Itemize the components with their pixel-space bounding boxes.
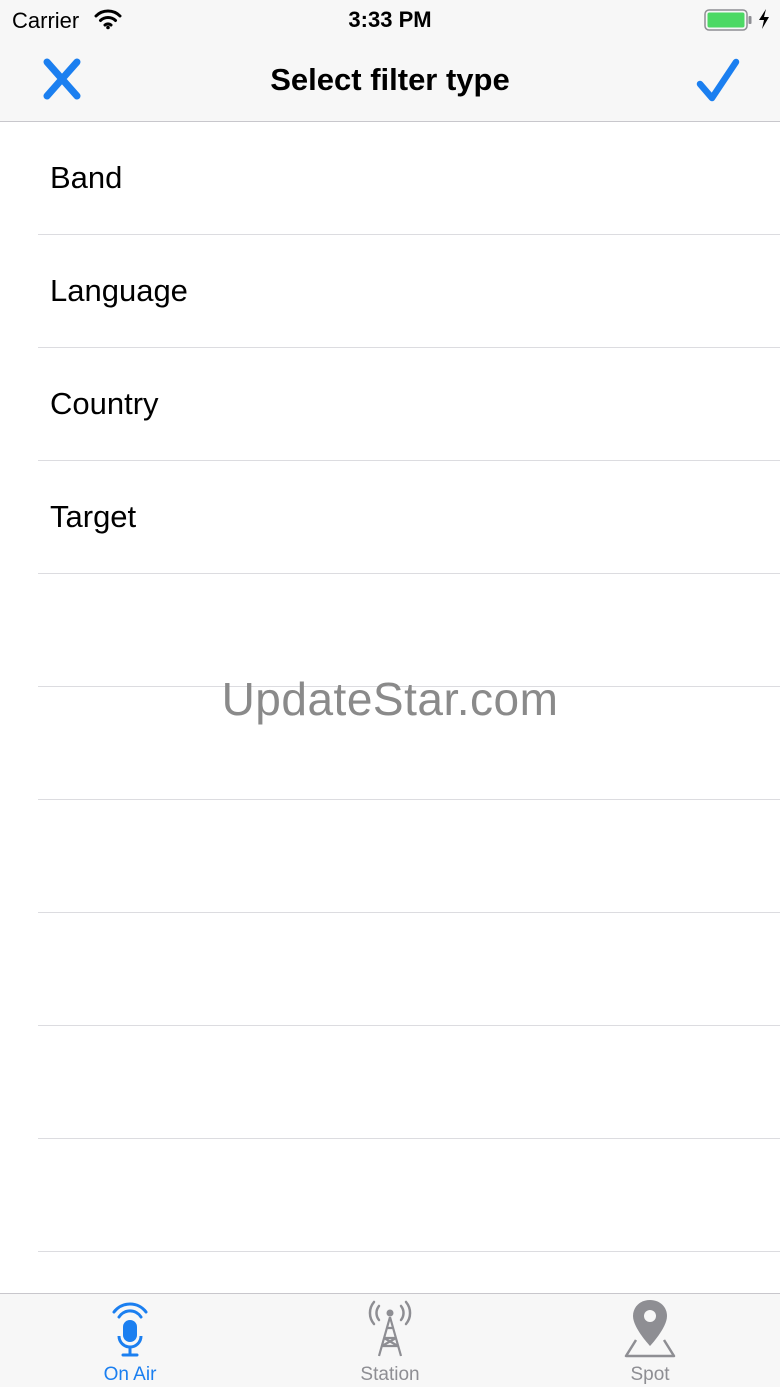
list-item-label: Target	[50, 499, 137, 534]
empty-row	[38, 1139, 780, 1252]
tab-spot[interactable]: Spot	[520, 1294, 780, 1387]
empty-row	[38, 800, 780, 913]
tab-station[interactable]: Station	[260, 1294, 520, 1387]
tab-label: Spot	[630, 1364, 670, 1385]
list-item-target[interactable]: Target	[38, 461, 780, 574]
list-item-label: Country	[50, 386, 159, 421]
tab-bar: On Air Station Spot	[0, 1293, 780, 1387]
list-item-country[interactable]: Country	[38, 348, 780, 461]
list-item-language[interactable]: Language	[38, 235, 780, 348]
checkmark-icon	[696, 58, 740, 102]
empty-row	[38, 1026, 780, 1139]
list-item-label: Language	[50, 273, 188, 308]
list-item-label: Band	[50, 160, 123, 195]
empty-row	[38, 574, 780, 687]
tab-label: On Air	[103, 1364, 157, 1385]
battery-charging-icon	[704, 9, 752, 36]
tab-on-air[interactable]: On Air	[0, 1294, 260, 1387]
watermark: UpdateStar.com	[221, 673, 559, 725]
clock: 3:33 PM	[348, 7, 432, 32]
filter-type-screen: Carrier 3:33 PM Select filter type Band …	[0, 0, 780, 1387]
charging-bolt-icon	[757, 8, 771, 35]
map-pin-icon	[520, 1298, 780, 1365]
microphone-broadcast-icon	[0, 1298, 260, 1365]
navigation-bar: Select filter type	[0, 40, 780, 122]
status-bar: Carrier 3:33 PM	[0, 0, 780, 40]
tab-label: Station	[360, 1364, 420, 1385]
empty-row	[38, 913, 780, 1026]
list-item-band[interactable]: Band	[38, 122, 780, 235]
confirm-button[interactable]	[690, 54, 746, 106]
filter-type-list: Band Language Country Target	[0, 122, 780, 1365]
page-title: Select filter type	[270, 62, 510, 97]
radio-tower-icon	[260, 1298, 520, 1365]
